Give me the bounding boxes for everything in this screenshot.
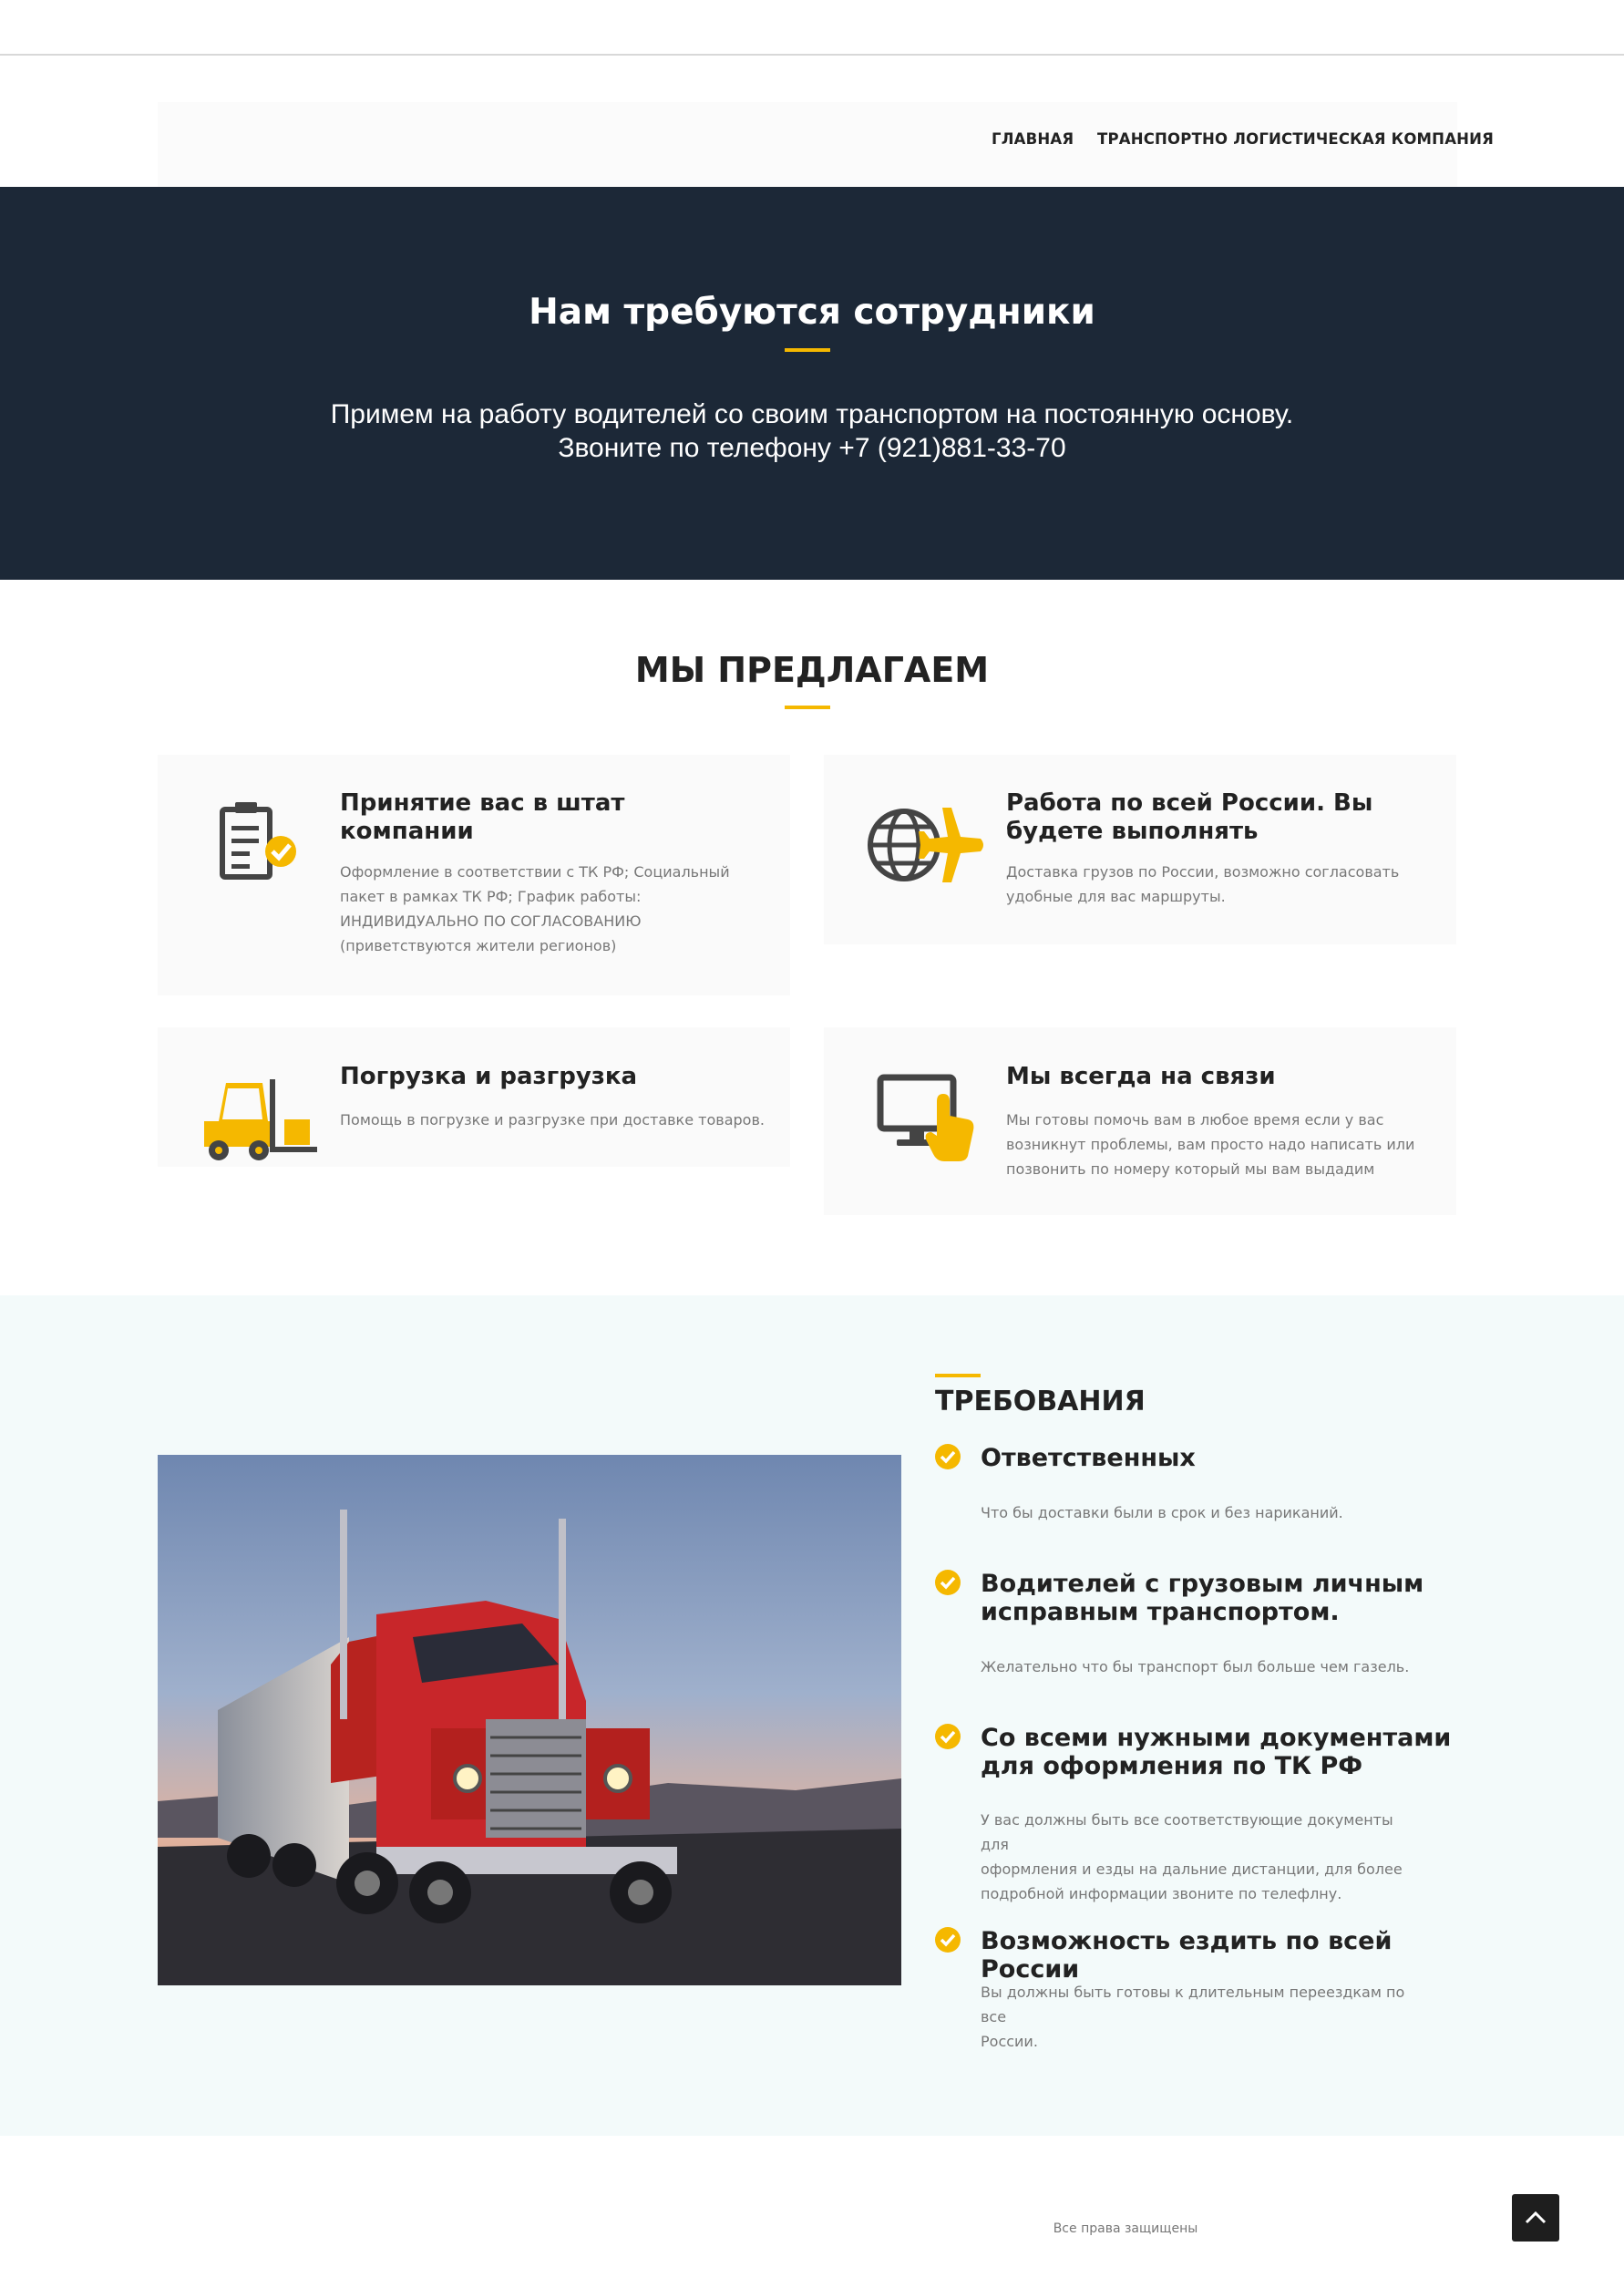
card-title: Мы всегда на связи <box>1006 1063 1276 1090</box>
top-divider <box>0 54 1624 56</box>
requirement-text: Что бы доставки были в срок и без нарика… <box>981 1504 1343 1521</box>
red-truck-photo <box>158 1455 901 1985</box>
card-text: Мы готовы помочь вам в любое время если … <box>1006 1111 1415 1178</box>
requirements-title: ТРЕБОВАНИЯ <box>935 1386 1146 1417</box>
check-circle-icon <box>935 1570 961 1595</box>
hero-text-line-1: Примем на работу водителей со своим тран… <box>330 399 1294 429</box>
card-text: Оформление в соответствии с ТК РФ; Социа… <box>340 863 730 954</box>
forklift-icon <box>204 1079 317 1160</box>
monitor-touch-icon <box>877 1074 974 1161</box>
hero-accent-line <box>785 348 830 352</box>
clipboard-check-icon <box>220 802 296 880</box>
requirement-title: Ответственных <box>981 1444 1196 1472</box>
offer-accent-line <box>785 706 830 709</box>
card-text: Помощь в погрузке и разгрузке при достав… <box>340 1111 765 1129</box>
card-title: Погрузка и разгрузка <box>340 1063 638 1090</box>
requirement-title: Со всеми нужными документами для оформле… <box>981 1724 1452 1780</box>
chevron-up-icon <box>1525 2211 1547 2224</box>
requirement-text: Желательно что бы транспорт был больше ч… <box>981 1658 1410 1675</box>
check-circle-icon <box>935 1444 961 1469</box>
requirement-text: У вас должны быть все соответствующие до… <box>981 1811 1403 1902</box>
hero-banner <box>0 187 1624 580</box>
copyright-text: Все права защищены <box>1053 2221 1198 2236</box>
card-text: Доставка грузов по России, возможно согл… <box>1006 863 1400 905</box>
globe-plane-icon <box>868 808 983 882</box>
offer-section-title: МЫ ПРЕДЛАГАЕМ <box>634 650 990 690</box>
hero-title: Нам требуются сотрудники <box>529 292 1095 333</box>
requirements-accent-line <box>935 1374 981 1377</box>
hero-text-line-2: Звоните по телефону +7 (921)881-33-70 <box>558 433 1066 463</box>
scroll-to-top-button[interactable] <box>1512 2194 1559 2242</box>
hero-text: Примем на работу водителей со своим тран… <box>0 397 1624 465</box>
check-circle-icon <box>935 1724 961 1749</box>
requirement-title: Водителей с грузовым личным исправным тр… <box>981 1570 1424 1626</box>
nav-link-company[interactable]: ТРАНСПОРТНО ЛОГИСТИЧЕСКАЯ КОМПАНИЯ <box>1097 130 1494 148</box>
check-circle-icon <box>935 1927 961 1953</box>
requirement-title: Возможность ездить по всей России <box>981 1927 1393 1984</box>
requirement-text: Вы должны быть готовы к длительным перее… <box>981 1984 1405 2050</box>
card-title: Работа по всей России. Вы будете выполня… <box>1006 789 1373 845</box>
nav-link-home[interactable]: ГЛАВНАЯ <box>992 130 1074 148</box>
card-title: Принятие вас в штат компании <box>340 789 625 845</box>
